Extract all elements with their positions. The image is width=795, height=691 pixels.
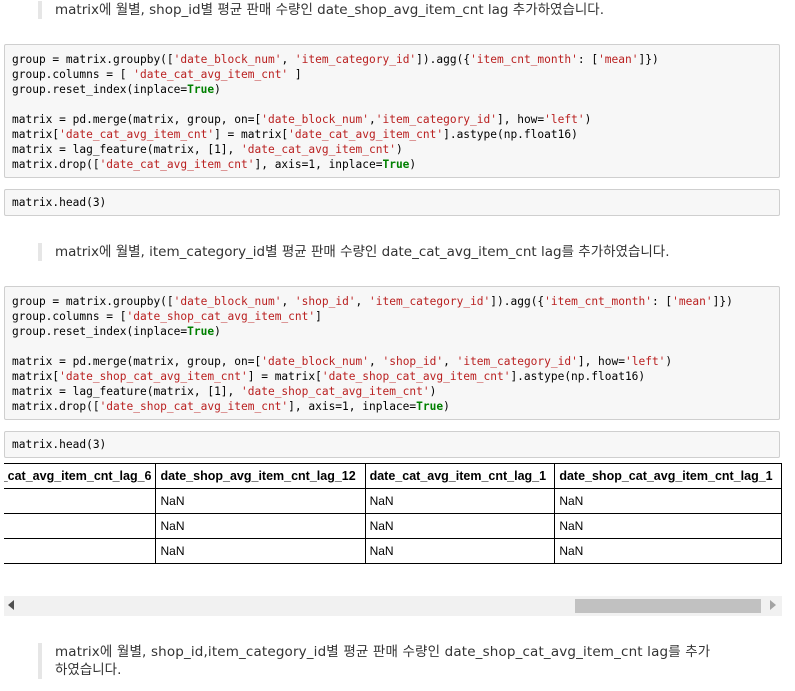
horizontal-scrollbar[interactable] — [4, 596, 782, 616]
code-text: group = matrix.groupby(['date_block_num'… — [5, 287, 779, 421]
arrow-left-icon[interactable] — [8, 600, 14, 610]
code-line: matrix['date_shop_cat_avg_item_cnt'] = m… — [12, 370, 646, 383]
code-line: group.reset_index(inplace=True) — [12, 83, 221, 96]
table-cell — [4, 538, 157, 564]
table-header-cell: date_cat_avg_item_cnt_lag_1 — [364, 463, 556, 489]
code-cell-head-2[interactable]: matrix.head(3) — [4, 431, 780, 458]
scrollbar-thumb[interactable] — [575, 599, 761, 613]
code-line: group = matrix.groupby(['date_block_num'… — [12, 295, 733, 308]
table-header-row: date_cat_avg_item_cnt_lag_6 date_shop_av… — [4, 463, 782, 489]
code-text: matrix.head(3) — [12, 438, 107, 451]
table-header-cell: date_shop_cat_avg_item_cnt_lag_1 — [554, 463, 782, 489]
code-line: matrix = lag_feature(matrix, [1], 'date_… — [12, 143, 403, 156]
table-cell: NaN — [155, 488, 366, 514]
code-line: group.columns = ['date_shop_cat_avg_item… — [12, 310, 322, 323]
code-line: matrix = pd.merge(matrix, group, on=['da… — [12, 113, 592, 126]
note-cat-avg-lag: matrix에 월별, item_category_id별 평균 판매 수량인 … — [38, 243, 670, 261]
code-line: group.columns = [ 'date_cat_avg_item_cnt… — [12, 68, 302, 81]
output-dataframe: date_cat_avg_item_cnt_lag_6 date_shop_av… — [4, 463, 782, 564]
table-row: NaN NaN NaN — [4, 513, 782, 539]
table-cell: NaN — [554, 513, 782, 539]
code-line: group.reset_index(inplace=True) — [12, 325, 221, 338]
table-cell — [4, 513, 157, 539]
code-line: matrix['date_cat_avg_item_cnt'] = matrix… — [12, 128, 578, 141]
table-cell — [4, 488, 157, 514]
table-cell: NaN — [554, 488, 782, 514]
table-cell: NaN — [364, 513, 556, 539]
table-header-cell: date_shop_avg_item_cnt_lag_12 — [155, 463, 366, 489]
note-text: matrix에 월별, item_category_id별 평균 판매 수량인 … — [55, 244, 670, 260]
table-cell: NaN — [155, 513, 366, 539]
arrow-right-icon[interactable] — [770, 600, 776, 610]
code-cell-head-1[interactable]: matrix.head(3) — [4, 189, 780, 216]
note-shop-avg-lag: matrix에 월별, shop_id별 평균 판매 수량인 date_shop… — [38, 1, 604, 19]
code-line: group = matrix.groupby(['date_block_num'… — [12, 53, 659, 66]
code-line: matrix.drop(['date_cat_avg_item_cnt'], a… — [12, 158, 417, 171]
table-row: NaN NaN NaN — [4, 538, 782, 564]
code-line: matrix = lag_feature(matrix, [1], 'date_… — [12, 385, 437, 398]
table-cell: NaN — [364, 488, 556, 514]
note-shop-cat-avg-lag: matrix에 월별, shop_id,item_category_id별 평균… — [38, 643, 755, 679]
code-text: matrix.head(3) — [12, 196, 107, 209]
code-line: matrix.drop(['date_shop_cat_avg_item_cnt… — [12, 400, 450, 413]
note-text: matrix에 월별, shop_id,item_category_id별 평균… — [55, 644, 711, 660]
output-table-wrapper: date_cat_avg_item_cnt_lag_6 date_shop_av… — [4, 463, 782, 564]
code-text: group = matrix.groupby(['date_block_num'… — [5, 45, 779, 179]
code-line: matrix = pd.merge(matrix, group, on=['da… — [12, 355, 673, 368]
table-cell: NaN — [554, 538, 782, 564]
note-text: matrix에 월별, shop_id별 평균 판매 수량인 date_shop… — [55, 2, 605, 18]
code-cell-shop-cat-avg[interactable]: group = matrix.groupby(['date_block_num'… — [4, 286, 780, 420]
code-cell-cat-avg[interactable]: group = matrix.groupby(['date_block_num'… — [4, 44, 780, 178]
note-text: 하였습니다. — [55, 662, 122, 678]
table-cell: NaN — [364, 538, 556, 564]
table-cell: NaN — [155, 538, 366, 564]
table-header-cell: date_cat_avg_item_cnt_lag_6 — [4, 463, 157, 489]
table-row: NaN NaN NaN — [4, 488, 782, 514]
